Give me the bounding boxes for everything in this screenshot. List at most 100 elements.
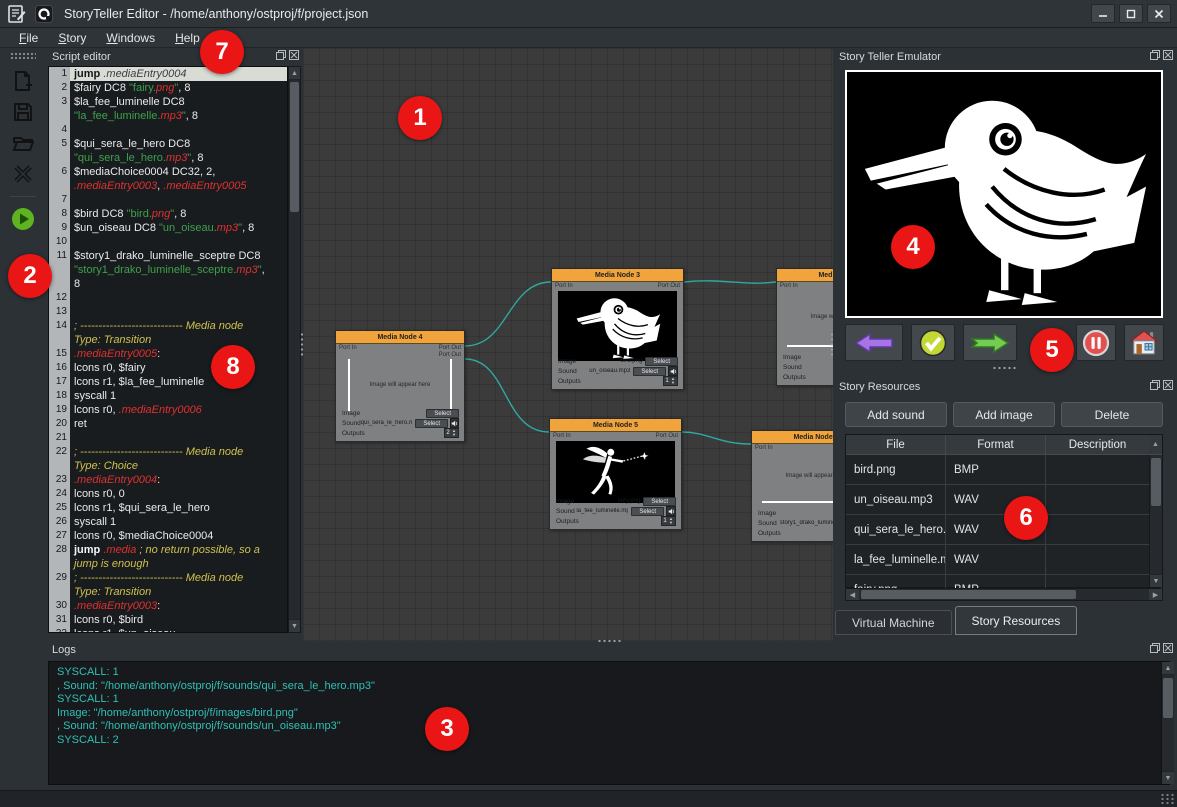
code-line[interactable]: 9$un_oiseau DC8 "un_oiseau.mp3", 8 [49, 221, 287, 235]
column-header-file[interactable]: File [846, 435, 946, 454]
logs-scrollbar[interactable]: ▲ ▼ [1161, 662, 1174, 784]
node-media-node-6[interactable]: Media Node 6 Port In Image will appear h… [751, 430, 833, 542]
code-line[interactable]: 13 [49, 305, 287, 319]
maximize-button[interactable] [1119, 4, 1143, 23]
close-panel-icon[interactable] [1163, 50, 1173, 63]
node-media-node-4[interactable]: Media Node 4 Port In Port Out Port Out I… [335, 330, 465, 442]
float-panel-icon[interactable] [1150, 643, 1160, 656]
node-title[interactable]: Media Node 3 [552, 269, 683, 282]
code-line[interactable]: 25lcons r1, $qui_sera_le_hero [49, 501, 287, 515]
code-editor[interactable]: 1jump .mediaEntry00042$fairy DC8 "fairy.… [48, 66, 288, 633]
code-line[interactable]: 21 [49, 431, 287, 445]
select-sound-button[interactable]: Select [633, 367, 666, 376]
outputs-spinner[interactable]: 1▲▼ [661, 516, 676, 526]
node-title[interactable]: Media Node 6 [752, 431, 833, 444]
code-line[interactable]: 5$qui_sera_le_hero DC8 [49, 137, 287, 151]
code-line[interactable]: 22; ---------------------------- Media n… [49, 445, 287, 459]
minimize-button[interactable] [1091, 4, 1115, 23]
select-sound-button[interactable]: Select [415, 419, 448, 428]
run-button[interactable] [8, 205, 38, 233]
node-title[interactable]: Media Node 5 [550, 419, 681, 432]
code-line[interactable]: 29; ---------------------------- Media n… [49, 571, 287, 585]
close-panel-icon[interactable] [1163, 380, 1173, 393]
code-line[interactable]: 10 [49, 235, 287, 249]
code-line[interactable]: 3$la_fee_luminelle DC8 [49, 95, 287, 109]
port-out[interactable]: Port Out [439, 345, 461, 352]
code-line[interactable]: "qui_sera_le_hero.mp3", 8 [49, 151, 287, 165]
scrollbar-thumb[interactable] [861, 590, 1076, 599]
scroll-down-icon[interactable]: ▼ [289, 619, 300, 632]
code-line[interactable]: 27lcons r0, $mediaChoice0004 [49, 529, 287, 543]
scroll-down-icon[interactable]: ▼ [1162, 771, 1174, 784]
add-sound-button[interactable]: Add sound [845, 402, 947, 427]
scrollbar-thumb[interactable] [1151, 458, 1161, 506]
splitter-handle[interactable] [597, 639, 623, 643]
node-media-node-3[interactable]: Media Node 3 Port In Port Out Imagebird.… [551, 268, 684, 390]
code-line[interactable]: 30.mediaEntry0003: [49, 599, 287, 613]
select-image-button[interactable]: Select [645, 357, 678, 366]
select-image-button[interactable]: Select [426, 409, 459, 418]
code-line[interactable]: 24lcons r0, 0 [49, 487, 287, 501]
close-project-button[interactable] [8, 160, 38, 188]
code-line[interactable]: 18syscall 1 [49, 389, 287, 403]
table-row[interactable]: la_fee_luminelle.mp3WAV [846, 545, 1162, 575]
code-line[interactable]: jump is enough [49, 557, 287, 571]
open-folder-button[interactable] [8, 129, 38, 157]
code-line[interactable]: 1jump .mediaEntry0004 [49, 67, 287, 81]
node-graph-canvas[interactable]: Media Node 4 Port In Port Out Port Out I… [303, 48, 833, 641]
speaker-icon[interactable] [666, 506, 676, 516]
node-title[interactable]: Media Node 2 [777, 269, 833, 282]
validate-button[interactable] [911, 324, 955, 361]
pause-button[interactable] [1076, 324, 1116, 361]
port-out[interactable]: Port Out [439, 352, 461, 359]
node-title[interactable]: Media Node 4 [336, 331, 464, 344]
port-out[interactable]: Port Out [658, 283, 680, 289]
splitter-handle[interactable] [992, 366, 1018, 370]
code-line[interactable]: 8$bird DC8 "bird.png", 8 [49, 207, 287, 221]
code-line[interactable]: 26syscall 1 [49, 515, 287, 529]
code-line[interactable]: 12 [49, 291, 287, 305]
scrollbar-thumb[interactable] [290, 82, 299, 212]
previous-button[interactable] [845, 324, 903, 361]
table-row[interactable]: bird.pngBMP [846, 455, 1162, 485]
outputs-spinner[interactable]: 1▲▼ [663, 376, 678, 386]
code-line[interactable]: Type: Choice [49, 459, 287, 473]
port-out[interactable]: Port Out [656, 433, 678, 439]
code-line[interactable]: 11$story1_drako_luminelle_sceptre DC8 [49, 249, 287, 263]
scrollbar-thumb[interactable] [1163, 678, 1173, 718]
code-line[interactable]: Type: Transition [49, 333, 287, 347]
code-line[interactable]: 7 [49, 193, 287, 207]
column-header-description[interactable]: Description [1046, 435, 1149, 454]
splitter-handle[interactable] [300, 332, 304, 358]
code-line[interactable]: 32lcons r1, $un_oiseau [49, 627, 287, 633]
code-line[interactable]: 31lcons r0, $bird [49, 613, 287, 627]
resize-grip[interactable] [1160, 793, 1174, 805]
node-media-node-2[interactable]: Media Node 2 Port In Image will appear h… [776, 268, 833, 386]
float-panel-icon[interactable] [276, 50, 286, 63]
code-line[interactable]: 6$mediaChoice0004 DC32, 2, [49, 165, 287, 179]
scroll-up-icon[interactable]: ▲ [289, 67, 300, 80]
scroll-down-icon[interactable]: ▼ [1150, 574, 1162, 587]
close-panel-icon[interactable] [289, 50, 299, 63]
speaker-icon[interactable] [450, 418, 459, 428]
menu-item-story[interactable]: Story [49, 30, 95, 46]
close-panel-icon[interactable] [1163, 643, 1173, 656]
scroll-up-icon[interactable]: ▲ [1162, 662, 1174, 675]
code-line[interactable]: 4 [49, 123, 287, 137]
log-output[interactable]: SYSCALL: 1, Sound: "/home/anthony/ostpro… [48, 661, 1170, 785]
port-in[interactable]: Port In [553, 433, 571, 439]
code-line[interactable]: "la_fee_luminelle.mp3", 8 [49, 109, 287, 123]
speaker-icon[interactable] [668, 366, 678, 376]
code-line[interactable]: "story1_drako_luminelle_sceptre.mp3", [49, 263, 287, 277]
scroll-up-icon[interactable]: ▲ [1149, 435, 1162, 454]
code-line[interactable]: 28jump .media ; no return possible, so a [49, 543, 287, 557]
code-line[interactable]: 20ret [49, 417, 287, 431]
add-image-button[interactable]: Add image [953, 402, 1055, 427]
table-row[interactable]: fairy.pngBMP [846, 575, 1162, 588]
node-media-node-5[interactable]: Media Node 5 Port In Port Out Imagefairy… [549, 418, 682, 530]
close-button[interactable] [1147, 4, 1171, 23]
delete-button[interactable]: Delete [1061, 402, 1163, 427]
code-line[interactable]: Type: Transition [49, 585, 287, 599]
code-line[interactable]: 8 [49, 277, 287, 291]
code-line[interactable]: 19lcons r0, .mediaEntry0006 [49, 403, 287, 417]
